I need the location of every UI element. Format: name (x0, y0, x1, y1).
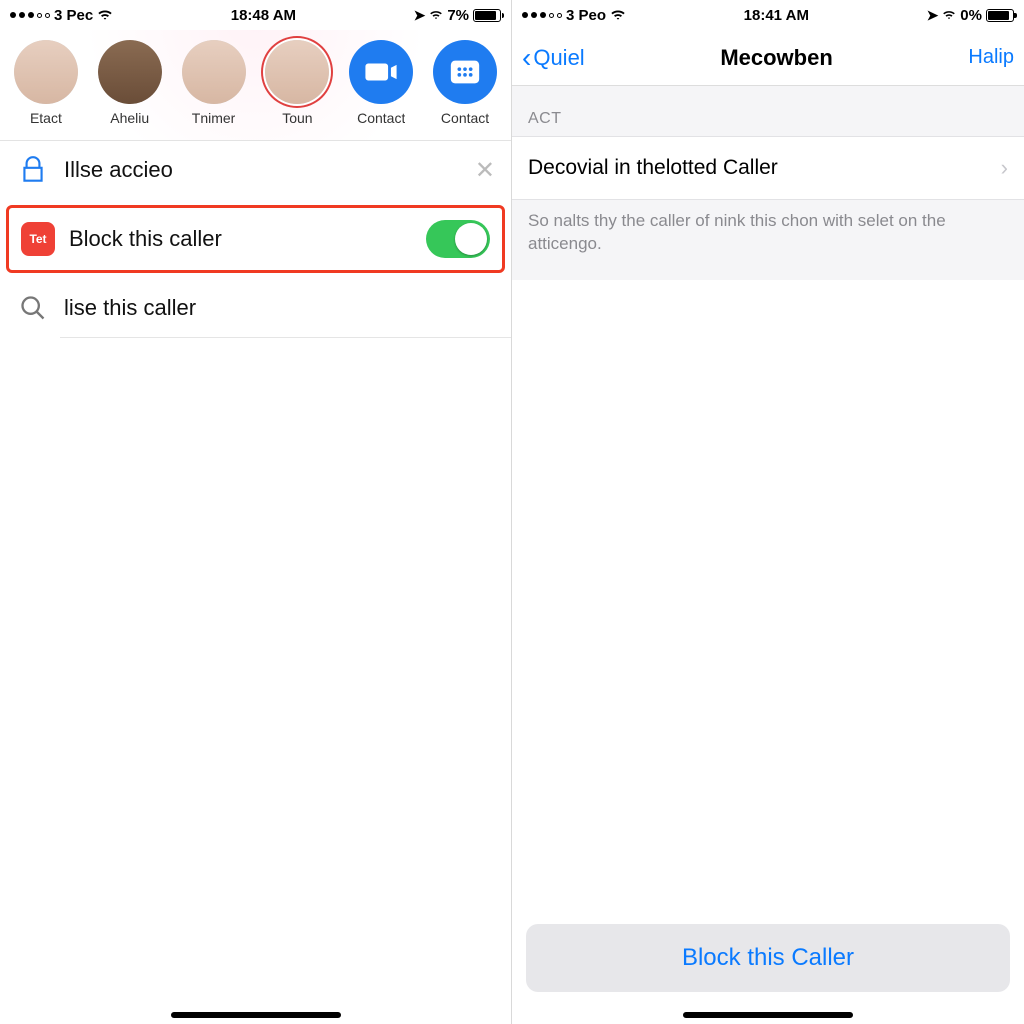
avatar-photo (98, 40, 162, 104)
list-row-accieo[interactable]: Illse accieo ✕ (0, 141, 511, 199)
block-caller-row[interactable]: Tet Block this caller (6, 205, 505, 273)
wifi-icon (429, 9, 443, 21)
favorite-contact[interactable]: Toun (257, 40, 337, 126)
section-footer-note: So nalts thy the caller of nink this cho… (512, 200, 1024, 280)
carrier-label: 3 Peo (566, 7, 606, 24)
battery-pct: 0% (960, 7, 982, 24)
block-caller-button[interactable]: Block this Caller (526, 924, 1010, 992)
search-icon (16, 291, 50, 325)
signal-dots-icon (522, 12, 562, 18)
favorite-label: Toun (282, 110, 312, 126)
favorite-label: Tnimer (192, 110, 236, 126)
location-icon: ➤ (927, 7, 939, 24)
block-toggle[interactable] (426, 220, 490, 258)
chevron-right-icon: › (1001, 155, 1008, 181)
favorite-contact[interactable]: Tnimer (174, 40, 254, 126)
home-indicator[interactable] (683, 1012, 853, 1018)
favorite-label: Etact (30, 110, 62, 126)
phone-screen-right: 3 Peo 18:41 AM ➤ 0% ‹ Quiel Mecowben Hal… (512, 0, 1024, 1024)
favorite-label: Contact (441, 110, 489, 126)
avatar-photo (265, 40, 329, 104)
keypad-icon (433, 40, 497, 104)
signal-dots-icon (10, 12, 50, 18)
status-time: 18:41 AM (744, 7, 809, 24)
row-label: Illse accieo (64, 157, 173, 183)
favorite-label: Aheliu (110, 110, 149, 126)
status-left: 3 Peo (522, 7, 626, 24)
chevron-left-icon: ‹ (522, 42, 531, 74)
status-right: ➤ 0% (927, 7, 1014, 24)
row-label: Decovial in thelotted Caller (528, 156, 778, 180)
location-icon: ➤ (414, 7, 426, 24)
section-header: ACT (512, 86, 1024, 136)
wifi-icon (942, 9, 956, 21)
battery-icon (986, 9, 1014, 22)
wifi-icon (97, 9, 113, 21)
phone-screen-left: 3 Pec 18:48 AM ➤ 7% Etact Aheliu (0, 0, 512, 1024)
settings-row-decovial[interactable]: Decovial in thelotted Caller › (512, 136, 1024, 200)
close-icon[interactable]: ✕ (475, 156, 495, 185)
back-button[interactable]: ‹ Quiel (522, 42, 585, 74)
lock-icon (16, 153, 50, 187)
status-time: 18:48 AM (231, 7, 296, 24)
favorite-contact[interactable]: Aheliu (90, 40, 170, 126)
favorite-action-video[interactable]: Contact (341, 40, 421, 126)
nav-action-button[interactable]: Halip (968, 46, 1014, 69)
action-sheet: Block this Caller (526, 924, 1010, 992)
favorite-contact[interactable]: Etact (6, 40, 86, 126)
list-row-search-caller[interactable]: lise this caller (0, 279, 511, 337)
avatar-photo (182, 40, 246, 104)
block-app-icon: Tet (21, 222, 55, 256)
status-bar: 3 Peo 18:41 AM ➤ 0% (512, 0, 1024, 30)
favorite-action-keypad[interactable]: Contact (425, 40, 505, 126)
status-bar: 3 Pec 18:48 AM ➤ 7% (0, 0, 511, 30)
empty-body (512, 280, 1024, 1000)
nav-title: Mecowben (720, 45, 832, 71)
video-icon (349, 40, 413, 104)
back-label: Quiel (533, 45, 584, 71)
row-label: lise this caller (64, 295, 196, 321)
carrier-label: 3 Pec (54, 7, 93, 24)
favorite-label: Contact (357, 110, 405, 126)
nav-bar: ‹ Quiel Mecowben Halip (512, 30, 1024, 86)
status-left: 3 Pec (10, 7, 113, 24)
avatar-photo (14, 40, 78, 104)
battery-icon (473, 9, 501, 22)
row-divider (60, 337, 511, 338)
wifi-icon (610, 9, 626, 21)
row-label: Block this caller (69, 226, 222, 252)
status-right: ➤ 7% (414, 7, 501, 24)
home-indicator[interactable] (171, 1012, 341, 1018)
battery-pct: 7% (447, 7, 469, 24)
favorites-row: Etact Aheliu Tnimer Toun Contact (0, 30, 511, 141)
